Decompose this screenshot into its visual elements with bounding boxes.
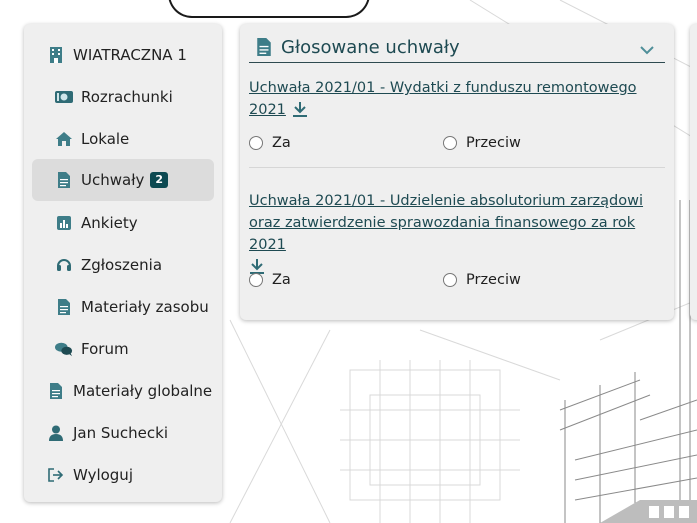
download-icon[interactable] — [292, 101, 308, 124]
sidebar-item-lokale[interactable]: Lokale — [32, 118, 214, 160]
sidebar-item-materialy-zasobu[interactable]: Materiały zasobu — [32, 286, 214, 328]
card-title: Głosowane uchwały — [281, 36, 460, 58]
vote-yes-radio[interactable]: Za — [249, 272, 291, 288]
sidebar-item-label: Wyloguj — [73, 466, 133, 484]
radio-circle[interactable] — [443, 136, 457, 150]
headset-icon — [55, 256, 73, 274]
document-icon — [55, 298, 73, 316]
logout-icon — [47, 466, 65, 484]
sidebar-item-label: Rozrachunki — [81, 88, 173, 106]
chevron-down-icon[interactable] — [639, 40, 655, 59]
vote-no-radio[interactable]: Przeciw — [443, 135, 521, 151]
resolution-title-line2: oraz zatwierdzenie sprawozdania finansow… — [249, 215, 636, 253]
sidebar: WIATRACZNA 1 Rozrachunki Lokale Uchwały … — [24, 24, 222, 502]
radio-circle[interactable] — [249, 136, 263, 150]
radio-label: Przeciw — [466, 135, 521, 151]
vote-yes-radio[interactable]: Za — [249, 135, 291, 151]
radio-label: Za — [272, 272, 291, 288]
chat-icon — [55, 340, 73, 358]
document-icon — [47, 382, 65, 400]
resolution-link[interactable]: Uchwała 2021/01 - Udzielenie absolutoriu… — [249, 190, 669, 281]
sidebar-item-label: Materiały globalne — [73, 382, 213, 400]
radio-circle[interactable] — [443, 273, 457, 287]
sidebar-item-ankiety[interactable]: Ankiety — [32, 202, 214, 244]
sidebar-item-wiatraczna[interactable]: WIATRACZNA 1 — [32, 34, 214, 76]
card-header[interactable]: Głosowane uchwały — [249, 32, 665, 63]
sidebar-item-uchwaly[interactable]: Uchwały 2 — [32, 159, 214, 201]
resolution-title-line1: Uchwała 2021/01 - Wydatki z funduszu rem… — [249, 80, 637, 96]
sidebar-item-materialy-globalne[interactable]: Materiały globalne — [32, 370, 214, 412]
sidebar-item-label: Forum — [81, 340, 129, 358]
user-icon — [47, 424, 65, 442]
resolution-link[interactable]: Uchwała 2021/01 - Wydatki z funduszu rem… — [249, 77, 669, 124]
money-icon — [55, 88, 73, 106]
document-icon — [55, 171, 73, 189]
radio-circle[interactable] — [249, 273, 263, 287]
sidebar-item-label: Lokale — [81, 130, 130, 148]
sidebar-item-label: Uchwały — [81, 171, 145, 189]
vote-no-radio[interactable]: Przeciw — [443, 272, 521, 288]
resolution-title-line1: Uchwała 2021/01 - Udzielenie absolutoriu… — [249, 193, 644, 209]
sidebar-item-label: WIATRACZNA 1 — [73, 46, 187, 64]
chart-icon — [55, 214, 73, 232]
vote-options: Za Przeciw — [249, 272, 659, 292]
radio-label: Przeciw — [466, 272, 521, 288]
sidebar-item-label: Jan Suchecki — [73, 424, 169, 442]
sidebar-item-zgloszenia[interactable]: Zgłoszenia — [32, 244, 214, 286]
sidebar-item-label: Zgłoszenia — [81, 256, 163, 274]
home-icon — [55, 130, 73, 148]
sidebar-item-label: Ankiety — [81, 214, 138, 232]
count-badge: 2 — [150, 172, 168, 188]
voted-resolutions-card: Głosowane uchwały Uchwała 2021/01 - Wyda… — [240, 24, 674, 320]
vote-options: Za Przeciw — [249, 135, 659, 155]
radio-label: Za — [272, 135, 291, 151]
divider — [249, 167, 665, 168]
sidebar-item-wyloguj[interactable]: Wyloguj — [32, 454, 214, 496]
resolution-title-line2: 2021 — [249, 102, 286, 118]
top-header-pill — [168, 0, 370, 18]
sidebar-item-rozrachunki[interactable]: Rozrachunki — [32, 76, 214, 118]
adjacent-card-edge — [690, 24, 697, 320]
document-icon — [257, 38, 271, 56]
sidebar-item-user[interactable]: Jan Suchecki — [32, 412, 214, 454]
sidebar-item-label: Materiały zasobu — [81, 298, 209, 316]
sidebar-item-forum[interactable]: Forum — [32, 328, 214, 370]
building-icon — [47, 46, 65, 64]
